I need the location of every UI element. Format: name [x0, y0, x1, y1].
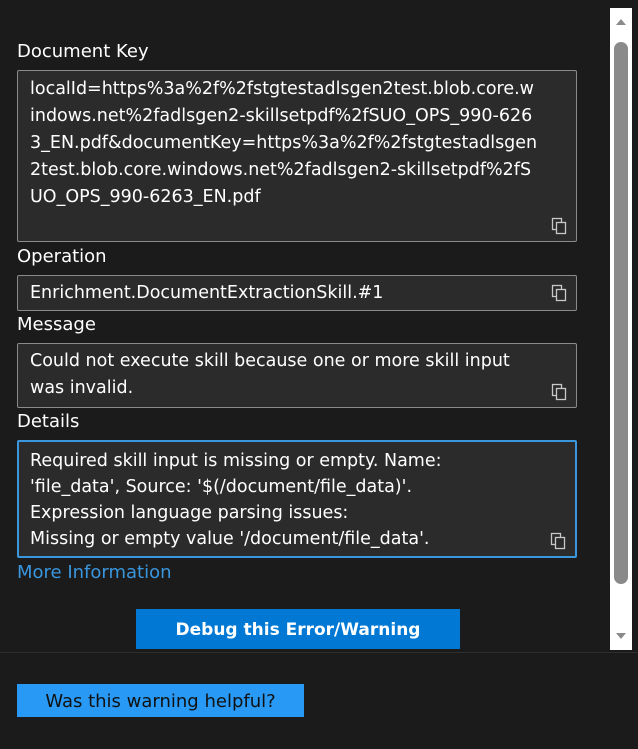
message-label: Message	[17, 314, 96, 335]
document-key-field[interactable]: localId=https%3a%2f%2fstgtestadlsgen2tes…	[17, 70, 577, 242]
error-details-panel: Document Key localId=https%3a%2f%2fstgte…	[0, 0, 610, 652]
warning-helpful-button[interactable]: Was this warning helpful?	[17, 684, 304, 717]
chevron-up-icon[interactable]	[614, 14, 628, 28]
message-value: Could not execute skill because one or m…	[30, 351, 516, 398]
details-label: Details	[17, 411, 80, 432]
message-field[interactable]: Could not execute skill because one or m…	[17, 343, 577, 408]
more-information-link[interactable]: More Information	[17, 562, 172, 583]
operation-field[interactable]: Enrichment.DocumentExtractionSkill.#1	[17, 275, 577, 311]
copy-icon[interactable]	[550, 383, 568, 401]
footer-divider	[0, 652, 638, 653]
details-value: Required skill input is missing or empty…	[30, 451, 442, 549]
operation-label: Operation	[17, 246, 107, 267]
copy-icon[interactable]	[550, 284, 568, 302]
operation-value: Enrichment.DocumentExtractionSkill.#1	[30, 283, 384, 303]
chevron-down-icon[interactable]	[614, 628, 628, 642]
copy-icon[interactable]	[549, 532, 567, 550]
document-key-label: Document Key	[17, 41, 149, 62]
vertical-scrollbar[interactable]	[610, 8, 632, 650]
details-field[interactable]: Required skill input is missing or empty…	[17, 440, 577, 558]
debug-error-warning-button[interactable]: Debug this Error/Warning	[136, 609, 460, 649]
scrollbar-thumb[interactable]	[614, 42, 628, 584]
copy-icon[interactable]	[550, 217, 568, 235]
document-key-value: localId=https%3a%2f%2fstgtestadlsgen2tes…	[30, 79, 538, 207]
